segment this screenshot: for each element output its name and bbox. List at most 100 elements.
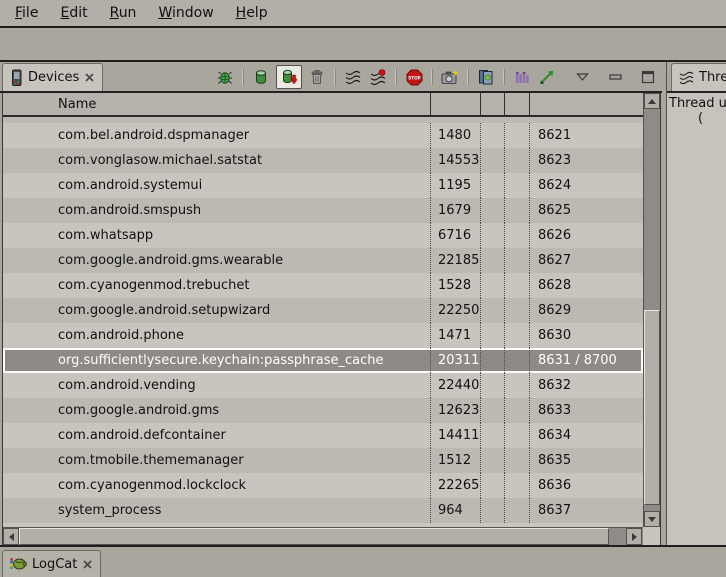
column-header-pid[interactable] — [430, 93, 480, 115]
cell-port: 8632 — [529, 373, 643, 398]
table-row[interactable]: com.vonglasow.michael.satstat145538623 — [3, 148, 643, 173]
cell-t — [504, 298, 529, 323]
cell-pid: 12623 — [430, 398, 480, 423]
toolbar-separator — [242, 69, 244, 85]
tab-devices-label: Devices — [28, 70, 79, 85]
cell-pid: 22265 — [430, 473, 480, 498]
table-row[interactable]: com.tmobile.thememanager1512 8635 — [3, 448, 643, 473]
logcat-icon — [10, 557, 27, 571]
threads-view: Threa Thread up ( — [666, 62, 726, 545]
close-icon[interactable] — [82, 559, 93, 570]
vertical-scrollbar[interactable] — [643, 93, 660, 527]
cell-name: com.bel.android.dspmanager — [3, 123, 430, 148]
table-row[interactable]: com.android.smspush16798625 — [3, 198, 643, 223]
cell-name: system_process — [3, 498, 430, 523]
cell-port: 8633 — [529, 398, 643, 423]
left-arrow-icon — [9, 533, 14, 541]
cell-h — [480, 198, 504, 223]
cell-h — [480, 173, 504, 198]
toolbar-separator — [467, 69, 469, 85]
debug-bug-icon[interactable] — [215, 66, 235, 88]
toolbar-separator — [503, 69, 505, 85]
table-row[interactable]: com.whatsapp67168626 — [3, 223, 643, 248]
cell-name: com.tmobile.thememanager — [3, 448, 430, 473]
table-row[interactable]: com.android.phone14718630 — [3, 323, 643, 348]
camera-capture-icon[interactable] — [440, 66, 460, 88]
device-screens-icon[interactable] — [476, 66, 496, 88]
menu-window[interactable]: Window — [147, 2, 224, 24]
green-arrow-chart-icon[interactable] — [537, 66, 557, 88]
menu-run[interactable]: Run — [99, 2, 148, 24]
cell-t — [504, 273, 529, 298]
table-row[interactable]: com.cyanogenmod.trebuchet15288628 — [3, 273, 643, 298]
table-row[interactable]: com.android.vending224408632 — [3, 373, 643, 398]
cell-name: com.google.android.gms — [3, 398, 430, 423]
column-header-heap[interactable] — [480, 93, 504, 115]
table-row[interactable]: com.google.android.gms12623 8633 — [3, 398, 643, 423]
table-row[interactable]: com.cyanogenmod.lockclock222658636 — [3, 473, 643, 498]
menu-edit[interactable]: Edit — [49, 2, 98, 24]
column-header-threads[interactable] — [504, 93, 529, 115]
column-header-port[interactable] — [529, 93, 643, 115]
threads-message-area: Thread up ( — [667, 93, 726, 545]
vertical-scrollbar-thumb[interactable] — [644, 310, 660, 505]
cell-pid: 1512 — [430, 448, 480, 473]
scroll-right-button[interactable] — [626, 528, 642, 545]
tab-logcat-label: LogCat — [32, 557, 77, 572]
cell-name: com.vonglasow.michael.satstat — [3, 148, 430, 173]
cell-pid: 20311 — [430, 348, 480, 373]
toolbar-separator — [395, 69, 397, 85]
maximize-icon[interactable] — [638, 66, 658, 88]
cell-pid: 1480 — [430, 123, 480, 148]
menu-help[interactable]: Help — [225, 2, 279, 24]
cell-pid: 22185 — [430, 248, 480, 273]
threads-tabbar: Threa — [667, 62, 726, 93]
threads-zigzag-icon[interactable] — [343, 66, 363, 88]
cell-name: com.android.defcontainer — [3, 423, 430, 448]
scroll-down-button[interactable] — [644, 511, 660, 527]
table-row[interactable]: com.google.android.gms.wearable221858627 — [3, 248, 643, 273]
minimize-icon[interactable] — [605, 66, 625, 88]
scroll-up-button[interactable] — [644, 93, 660, 109]
purple-bars-icon[interactable] — [512, 66, 532, 88]
cell-t — [504, 448, 529, 473]
horizontal-scrollbar-thumb[interactable] — [19, 528, 609, 545]
menu-bar: File Edit Run Window Help — [0, 0, 726, 28]
view-menu-icon[interactable] — [572, 66, 592, 88]
tab-devices[interactable]: Devices — [2, 63, 103, 91]
threads-message-line1: Thread up — [667, 96, 726, 111]
column-header-name[interactable]: Name — [3, 93, 430, 115]
cell-h — [480, 123, 504, 148]
table-row-selected[interactable]: org.sufficientlysecure.keychain:passphra… — [3, 348, 643, 373]
menu-file[interactable]: File — [4, 2, 49, 24]
cell-port: 8631 / 8700 — [529, 348, 643, 373]
profiling-red-dot-icon[interactable] — [368, 66, 388, 88]
table-row[interactable]: com.bel.android.dspmanager1480 8621 — [3, 123, 643, 148]
table-row[interactable]: com.android.systemui11958624 — [3, 173, 643, 198]
scroll-left-button[interactable] — [3, 528, 19, 545]
cell-port: 8635 — [529, 448, 643, 473]
tab-threads-label: Threa — [699, 70, 726, 85]
close-icon[interactable] — [84, 72, 95, 83]
tab-threads[interactable]: Threa — [671, 63, 726, 91]
svg-text:STOP: STOP — [408, 75, 421, 80]
cell-name: com.android.smspush — [3, 198, 430, 223]
heap-cylinder-icon[interactable] — [251, 66, 271, 88]
table-row[interactable]: com.google.android.setupwizard222508629 — [3, 298, 643, 323]
trash-icon[interactable] — [307, 66, 327, 88]
horizontal-scrollbar[interactable] — [3, 527, 643, 545]
tab-logcat[interactable]: LogCat — [2, 550, 101, 577]
cell-port: 8621 — [529, 123, 643, 148]
cell-pid: 14553 — [430, 148, 480, 173]
cell-name: com.google.android.setupwizard — [3, 298, 430, 323]
cell-pid: 14411 — [430, 423, 480, 448]
toolbar-separator — [431, 69, 433, 85]
cell-port: 8636 — [529, 473, 643, 498]
table-row[interactable]: com.android.defcontainer144118634 — [3, 423, 643, 448]
heap-dump-icon[interactable] — [276, 65, 302, 89]
stop-sign-icon[interactable]: STOP — [404, 66, 424, 88]
cell-pid: 1471 — [430, 323, 480, 348]
cell-port: 8626 — [529, 223, 643, 248]
cell-name: com.android.phone — [3, 323, 430, 348]
table-row[interactable]: system_process9648637 — [3, 498, 643, 523]
